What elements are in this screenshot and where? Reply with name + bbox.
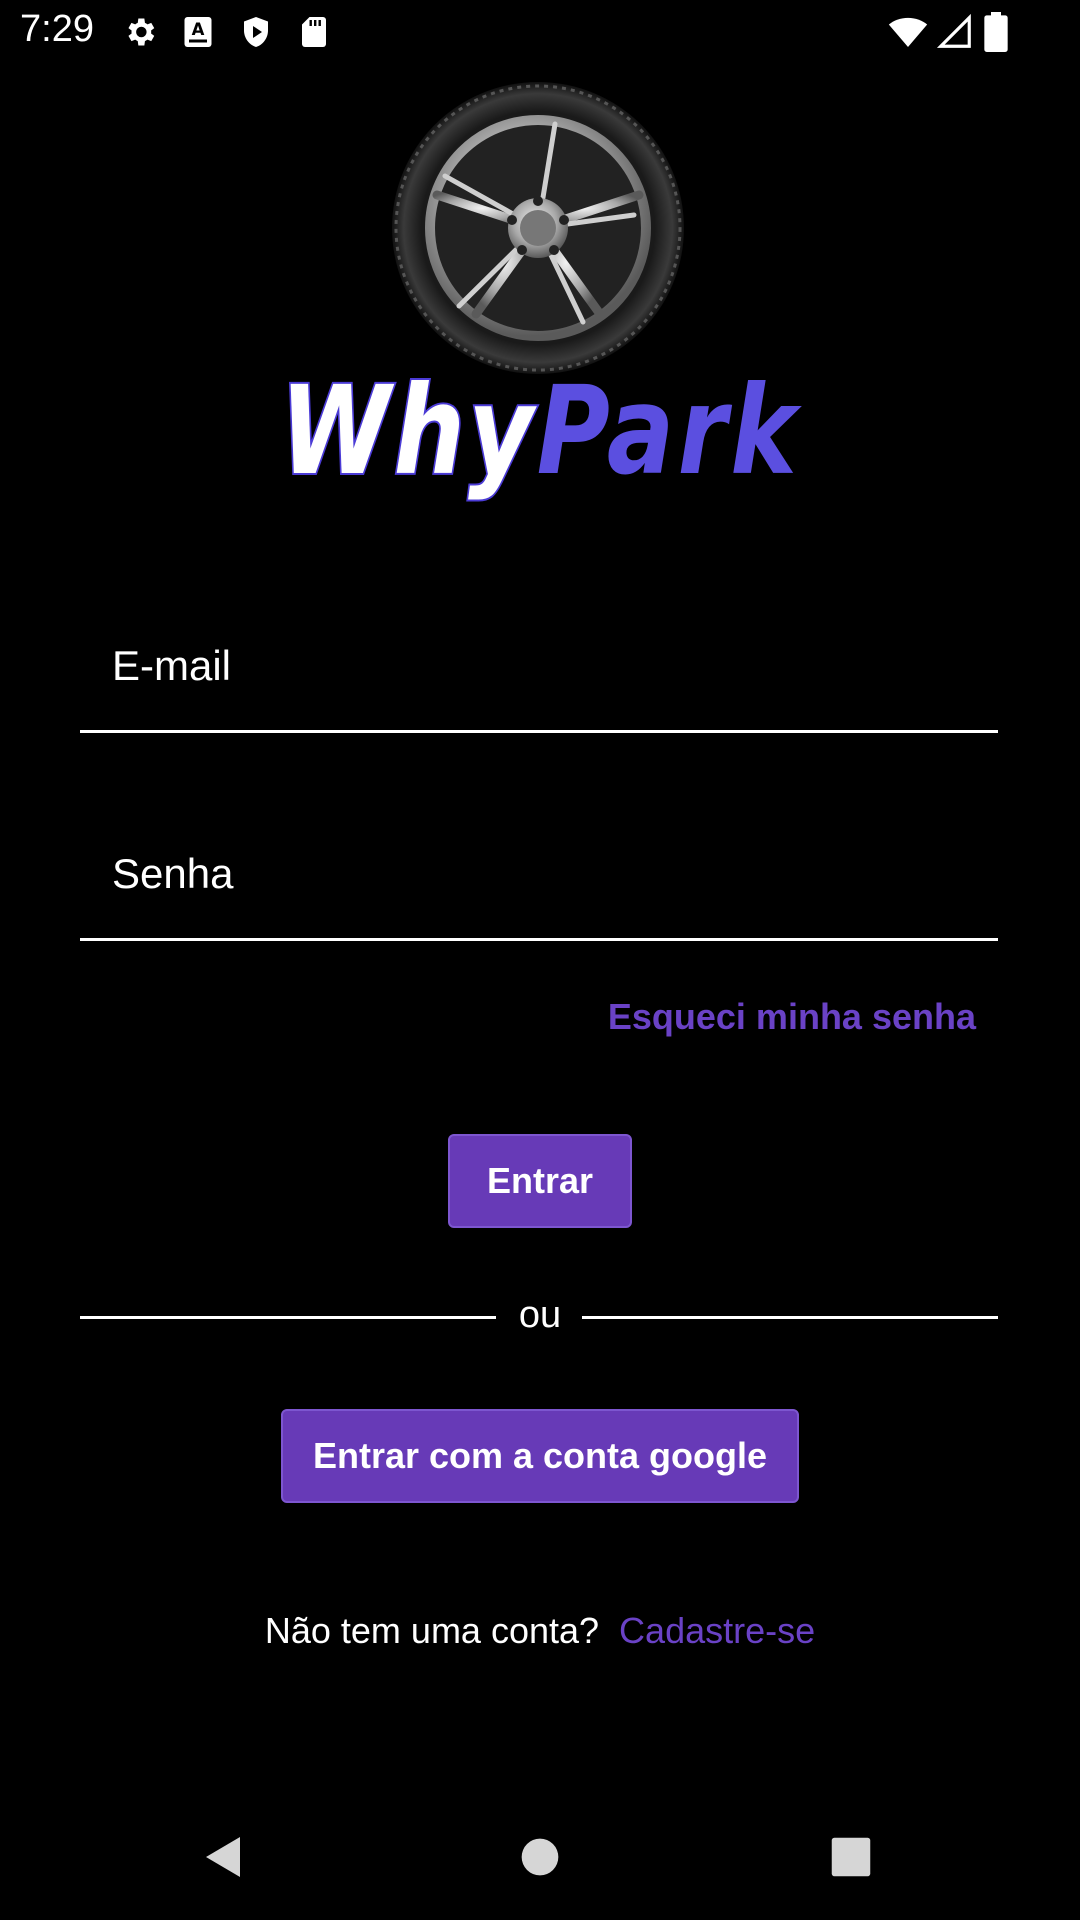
svg-text:A: A bbox=[192, 20, 205, 39]
signup-question: Não tem uma conta? bbox=[264, 1610, 600, 1651]
forgot-password-link[interactable]: Esqueci minha senha bbox=[608, 996, 976, 1038]
shield-play-icon bbox=[244, 17, 268, 47]
sd-card-icon bbox=[302, 17, 326, 47]
status-time: 7:29 bbox=[20, 8, 94, 50]
brand-logo: WhyPark bbox=[97, 368, 983, 494]
home-icon[interactable] bbox=[520, 1837, 560, 1877]
login-button[interactable]: Entrar bbox=[448, 1134, 632, 1228]
password-field-container bbox=[80, 828, 998, 941]
signup-row: Não tem uma conta? Cadastre-se bbox=[0, 1610, 1080, 1652]
battery-icon bbox=[984, 12, 1008, 52]
divider-left bbox=[80, 1316, 496, 1319]
divider-label: ou bbox=[518, 1294, 562, 1336]
signal-icon bbox=[936, 13, 971, 48]
brand-park: Park bbox=[536, 360, 801, 502]
gear-icon bbox=[128, 18, 155, 46]
wheel-icon bbox=[392, 82, 684, 374]
back-icon[interactable] bbox=[200, 1832, 248, 1882]
email-field-container bbox=[80, 620, 998, 733]
google-login-button[interactable]: Entrar com a conta google bbox=[281, 1409, 799, 1503]
status-bar: 7:29 A bbox=[0, 0, 1080, 62]
divider-right bbox=[582, 1316, 998, 1319]
brand-why: Why bbox=[278, 360, 537, 502]
email-input[interactable] bbox=[112, 642, 972, 690]
password-input[interactable] bbox=[112, 850, 972, 898]
recents-icon[interactable] bbox=[830, 1836, 872, 1878]
a-keyboard-icon: A bbox=[184, 17, 212, 47]
signup-link[interactable]: Cadastre-se bbox=[619, 1610, 815, 1651]
wifi-icon bbox=[888, 17, 928, 47]
